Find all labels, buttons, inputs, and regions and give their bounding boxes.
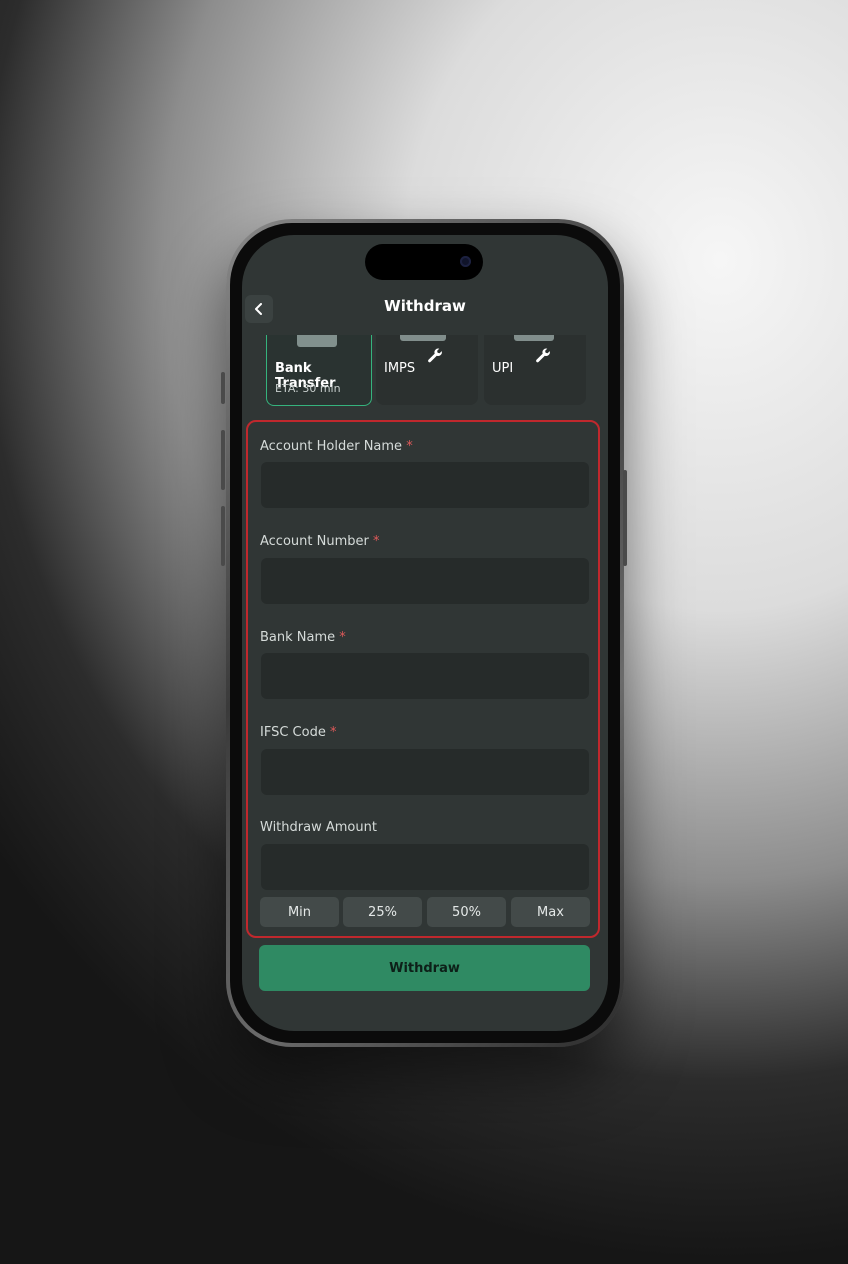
label-text: Account Number — [260, 534, 369, 549]
method-eta: ETA: 30 min — [275, 382, 341, 395]
preset-25-button[interactable]: 25% — [343, 897, 422, 927]
required-mark: * — [339, 630, 346, 645]
account-holder-name-label: Account Holder Name * — [260, 439, 413, 454]
method-card-bank-transfer[interactable]: Bank Transfer ETA: 30 min — [266, 335, 372, 406]
account-number-label: Account Number * — [260, 534, 379, 549]
bank-name-input[interactable] — [261, 653, 589, 699]
upi-logo — [514, 335, 554, 341]
volume-up-button — [221, 430, 225, 490]
amount-preset-row: Min 25% 50% Max — [260, 897, 591, 927]
required-mark: * — [372, 534, 380, 549]
payment-method-list: Bank Transfer ETA: 30 min IMPS UPI — [266, 335, 586, 407]
withdraw-amount-label: Withdraw Amount — [260, 820, 377, 835]
required-mark: * — [329, 725, 337, 740]
required-mark: * — [406, 439, 413, 454]
label-text: Bank Name — [260, 630, 336, 645]
account-holder-name-input[interactable] — [261, 462, 589, 508]
page-title: Withdraw — [384, 297, 466, 315]
bank-transfer-logo — [297, 335, 337, 347]
preset-min-button[interactable]: Min — [260, 897, 339, 927]
volume-down-button — [221, 506, 225, 566]
method-card-upi[interactable]: UPI — [484, 335, 586, 405]
method-name: IMPS — [384, 361, 416, 376]
account-number-input[interactable] — [261, 558, 589, 604]
method-card-imps[interactable]: IMPS — [376, 335, 478, 405]
ifsc-code-label: IFSC Code * — [260, 725, 336, 740]
label-text: IFSC Code — [260, 725, 326, 740]
withdraw-amount-input[interactable] — [261, 844, 589, 890]
wrench-icon — [536, 348, 550, 363]
silent-switch — [221, 372, 225, 404]
withdraw-button[interactable]: Withdraw — [259, 945, 590, 991]
label-text: Withdraw Amount — [260, 820, 377, 835]
imps-logo — [400, 335, 446, 341]
dynamic-island — [365, 244, 483, 280]
label-text: Account Holder Name — [260, 439, 403, 454]
preset-50-button[interactable]: 50% — [427, 897, 506, 927]
ifsc-code-input[interactable] — [261, 749, 589, 795]
power-button — [623, 470, 627, 566]
bank-name-label: Bank Name * — [260, 630, 346, 645]
wrench-icon — [428, 348, 442, 363]
withdraw-form: Account Holder Name * Account Number * B… — [246, 420, 600, 938]
method-name: UPI — [492, 361, 514, 376]
preset-max-button[interactable]: Max — [511, 897, 590, 927]
camera-icon — [460, 256, 471, 267]
app-screen: Withdraw Bank Transfer ETA: 30 min IMPS … — [242, 235, 608, 1031]
